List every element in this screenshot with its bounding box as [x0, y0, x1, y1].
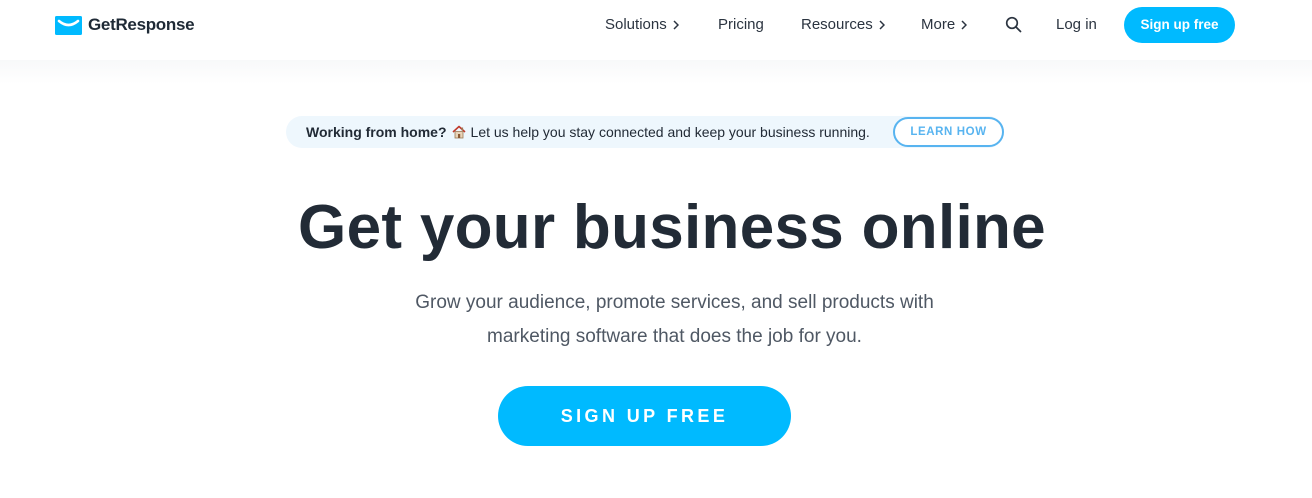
hero-subheading-line-2: marketing software that does the job for… — [487, 326, 862, 347]
nav-more-label: More — [921, 16, 956, 33]
nav-resources[interactable]: Resources — [801, 16, 885, 34]
work-from-home-banner: Working from home? Let us help you stay … — [286, 116, 1004, 148]
hero-headline: Get your business online — [298, 193, 1046, 262]
site-header: GetResponse Solutions Pricing Resources … — [0, 0, 1312, 60]
nav-pricing[interactable]: Pricing — [718, 16, 764, 34]
hero-signup-button[interactable]: SIGN UP FREE — [498, 386, 791, 446]
header-signup-button[interactable]: Sign up free — [1124, 7, 1235, 43]
hero-subheading: Grow your audience, promote services, an… — [340, 286, 960, 354]
nav-solutions[interactable]: Solutions — [605, 16, 679, 34]
nav-resources-label: Resources — [801, 16, 873, 33]
chevron-right-icon — [879, 20, 885, 30]
banner-text: Working from home? Let us help you stay … — [306, 123, 870, 141]
login-label: Log in — [1056, 16, 1097, 33]
chevron-right-icon — [961, 20, 968, 30]
nav-solutions-label: Solutions — [605, 16, 667, 33]
chevron-right-icon — [673, 20, 679, 30]
house-icon — [451, 125, 466, 139]
envelope-logo-icon — [55, 15, 82, 35]
banner-message: Let us help you stay connected and keep … — [470, 124, 870, 140]
brand-name: GetResponse — [88, 15, 195, 34]
learn-how-button[interactable]: LEARN HOW — [893, 117, 1004, 147]
login-link[interactable]: Log in — [1056, 16, 1097, 34]
nav-pricing-label: Pricing — [718, 16, 764, 33]
logo-link[interactable]: GetResponse — [55, 15, 195, 35]
banner-lead: Working from home? — [306, 124, 447, 140]
search-icon[interactable] — [1005, 16, 1022, 33]
nav-more[interactable]: More — [921, 16, 968, 34]
hero-subheading-line-1: Grow your audience, promote services, an… — [415, 292, 934, 313]
